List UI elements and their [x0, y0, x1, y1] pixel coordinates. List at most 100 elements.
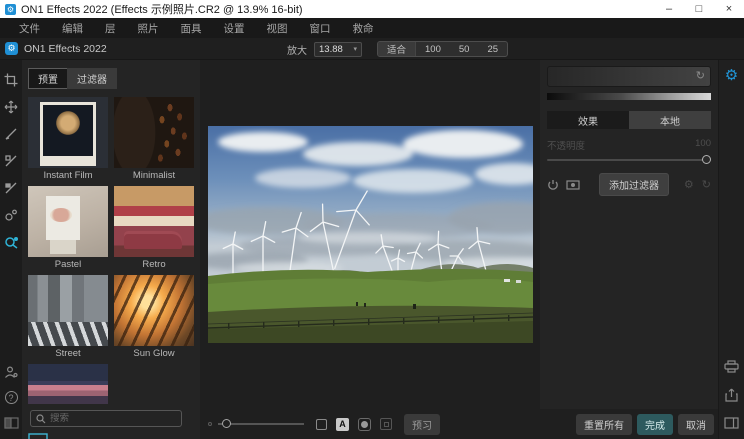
- export-icon[interactable]: [725, 388, 738, 402]
- cancel-button[interactable]: 取消: [678, 414, 714, 435]
- masking-brush-tool-icon[interactable]: [3, 153, 19, 169]
- zoom-50-button[interactable]: 50: [450, 42, 479, 56]
- tab-presets[interactable]: 预置: [28, 68, 67, 89]
- slider-track: [547, 159, 711, 161]
- gear-icon[interactable]: ⚙: [725, 66, 738, 84]
- search-icon: [36, 414, 46, 424]
- tool-strip: ?: [0, 60, 22, 439]
- app-title: ON1 Effects 2022: [24, 43, 107, 55]
- tab-effects[interactable]: 效果: [547, 111, 629, 129]
- zoom-value: 13.88: [319, 44, 343, 55]
- add-filter-button[interactable]: 添加过滤器: [599, 173, 669, 196]
- close-button[interactable]: ×: [714, 0, 744, 18]
- menu-item-mask[interactable]: 面具: [170, 21, 213, 36]
- preview-zoom-slider[interactable]: [218, 419, 304, 429]
- menu-item-layer[interactable]: 层: [94, 21, 127, 36]
- search-input[interactable]: [50, 413, 176, 424]
- menu-item-view[interactable]: 视图: [256, 21, 299, 36]
- zoom-label: 放大: [287, 42, 307, 57]
- printer-icon[interactable]: [724, 360, 739, 373]
- preset-card-street[interactable]: Street: [28, 275, 108, 360]
- filter-mask-icon[interactable]: [566, 180, 580, 190]
- blemish-tool-icon[interactable]: [3, 207, 19, 223]
- menu-item-file[interactable]: 文件: [8, 21, 51, 36]
- done-button[interactable]: 完成: [637, 414, 673, 435]
- preset-thumbnail: [28, 364, 108, 404]
- tab-local[interactable]: 本地: [629, 111, 711, 129]
- menu-item-photo[interactable]: 照片: [127, 21, 170, 36]
- preset-card-minimalist[interactable]: Minimalist: [114, 97, 194, 182]
- presets-tabs: 预置 过滤器: [28, 68, 200, 89]
- slider-handle[interactable]: [222, 419, 231, 428]
- paint-brush-tool-icon[interactable]: [3, 126, 19, 142]
- local-brush-tool-icon[interactable]: [3, 180, 19, 196]
- preset-label: Pastel: [28, 257, 108, 271]
- reset-all-button[interactable]: 重置所有: [576, 414, 632, 435]
- filter-gear-icon[interactable]: ⚙: [684, 178, 694, 191]
- right-strip: ⚙: [718, 60, 744, 439]
- preset-label: Sun Glow: [114, 346, 194, 360]
- menubar: 文件 编辑 层 照片 面具 设置 视图 窗口 救命: [0, 18, 744, 38]
- canvas-area: [200, 60, 540, 409]
- preset-card-partial[interactable]: [28, 364, 108, 404]
- zoom-tool-icon-active[interactable]: [3, 234, 19, 250]
- preset-card-sun-glow[interactable]: Sun Glow: [114, 275, 194, 360]
- slider-handle[interactable]: [702, 155, 711, 164]
- preset-card-pastel[interactable]: Pastel: [28, 186, 108, 271]
- toolbar: ⚙ ON1 Effects 2022 放大 13.88 ▾ 适合 100 50 …: [0, 38, 744, 60]
- help-icon[interactable]: ?: [5, 391, 18, 404]
- chevron-down-icon: ▾: [353, 45, 357, 53]
- titlebar: ⚙ ON1 Effects 2022 (Effects 示例照片.CR2 @ 1…: [0, 0, 744, 18]
- on1-logo-icon: ⚙: [5, 42, 18, 55]
- opacity-slider[interactable]: [547, 155, 711, 165]
- effects-panel: ↻ 效果 本地 不透明度 100: [540, 60, 718, 409]
- zoom-dropdown[interactable]: 13.88 ▾: [314, 42, 362, 57]
- minimize-button[interactable]: –: [654, 0, 684, 18]
- app-window: ⚙ ON1 Effects 2022 (Effects 示例照片.CR2 @ 1…: [0, 0, 744, 439]
- menu-item-settings[interactable]: 设置: [213, 21, 256, 36]
- preset-search: [30, 410, 182, 427]
- preset-label: Instant Film: [28, 168, 108, 182]
- preset-label: Retro: [114, 257, 194, 271]
- face-tool-icon[interactable]: [3, 364, 19, 380]
- presets-panel: 预置 过滤器 Instant Film Minimalist Pastel: [22, 60, 200, 439]
- navigator-dot-icon[interactable]: [208, 422, 212, 426]
- clipping-view-icon[interactable]: [380, 418, 392, 430]
- soft-proof-icon[interactable]: A: [336, 418, 349, 431]
- preview-button[interactable]: 预习: [404, 414, 440, 435]
- zoom-fit-button[interactable]: 适合: [378, 42, 416, 56]
- compare-view-icon[interactable]: [316, 419, 327, 430]
- preset-thumbnail: [114, 97, 194, 168]
- crop-tool-icon[interactable]: [3, 72, 19, 88]
- filter-reset-icon[interactable]: ↻: [702, 178, 711, 191]
- maximize-button[interactable]: □: [684, 0, 714, 18]
- zoom-25-button[interactable]: 25: [478, 42, 507, 56]
- focus-mask-icon[interactable]: [358, 418, 371, 431]
- zoom-100-button[interactable]: 100: [416, 42, 450, 56]
- canvas-photo[interactable]: [208, 126, 533, 343]
- preset-label: Street: [28, 346, 108, 360]
- preset-thumbnail: [114, 275, 194, 346]
- preset-thumbnail: [28, 97, 108, 168]
- move-tool-icon[interactable]: [3, 99, 19, 115]
- menu-item-window[interactable]: 窗口: [299, 21, 342, 36]
- preset-thumbnail: [114, 186, 194, 257]
- opacity-label: 不透明度: [547, 138, 585, 152]
- preset-label: Minimalist: [114, 168, 194, 182]
- menu-item-edit[interactable]: 编辑: [51, 21, 94, 36]
- filter-power-icon[interactable]: [547, 179, 559, 191]
- histogram-reset-icon[interactable]: ↻: [696, 69, 705, 82]
- preset-thumbnail: [28, 275, 108, 346]
- preset-card-instant-film[interactable]: Instant Film: [28, 97, 108, 182]
- preset-thumbnail: [28, 186, 108, 257]
- preset-card-retro[interactable]: Retro: [114, 186, 194, 271]
- dual-pane-icon[interactable]: [3, 415, 19, 431]
- effects-tabs: 效果 本地: [547, 111, 711, 129]
- tone-gradient-bar: [547, 93, 711, 100]
- panels-toggle-icon[interactable]: [724, 417, 739, 429]
- view-mode-icon[interactable]: [28, 433, 48, 439]
- window-title: ON1 Effects 2022 (Effects 示例照片.CR2 @ 13.…: [21, 1, 303, 17]
- menu-item-help[interactable]: 救命: [342, 21, 385, 36]
- tab-filters[interactable]: 过滤器: [67, 68, 117, 89]
- bottom-bar: A 预习 重置所有 完成 取消: [200, 409, 718, 439]
